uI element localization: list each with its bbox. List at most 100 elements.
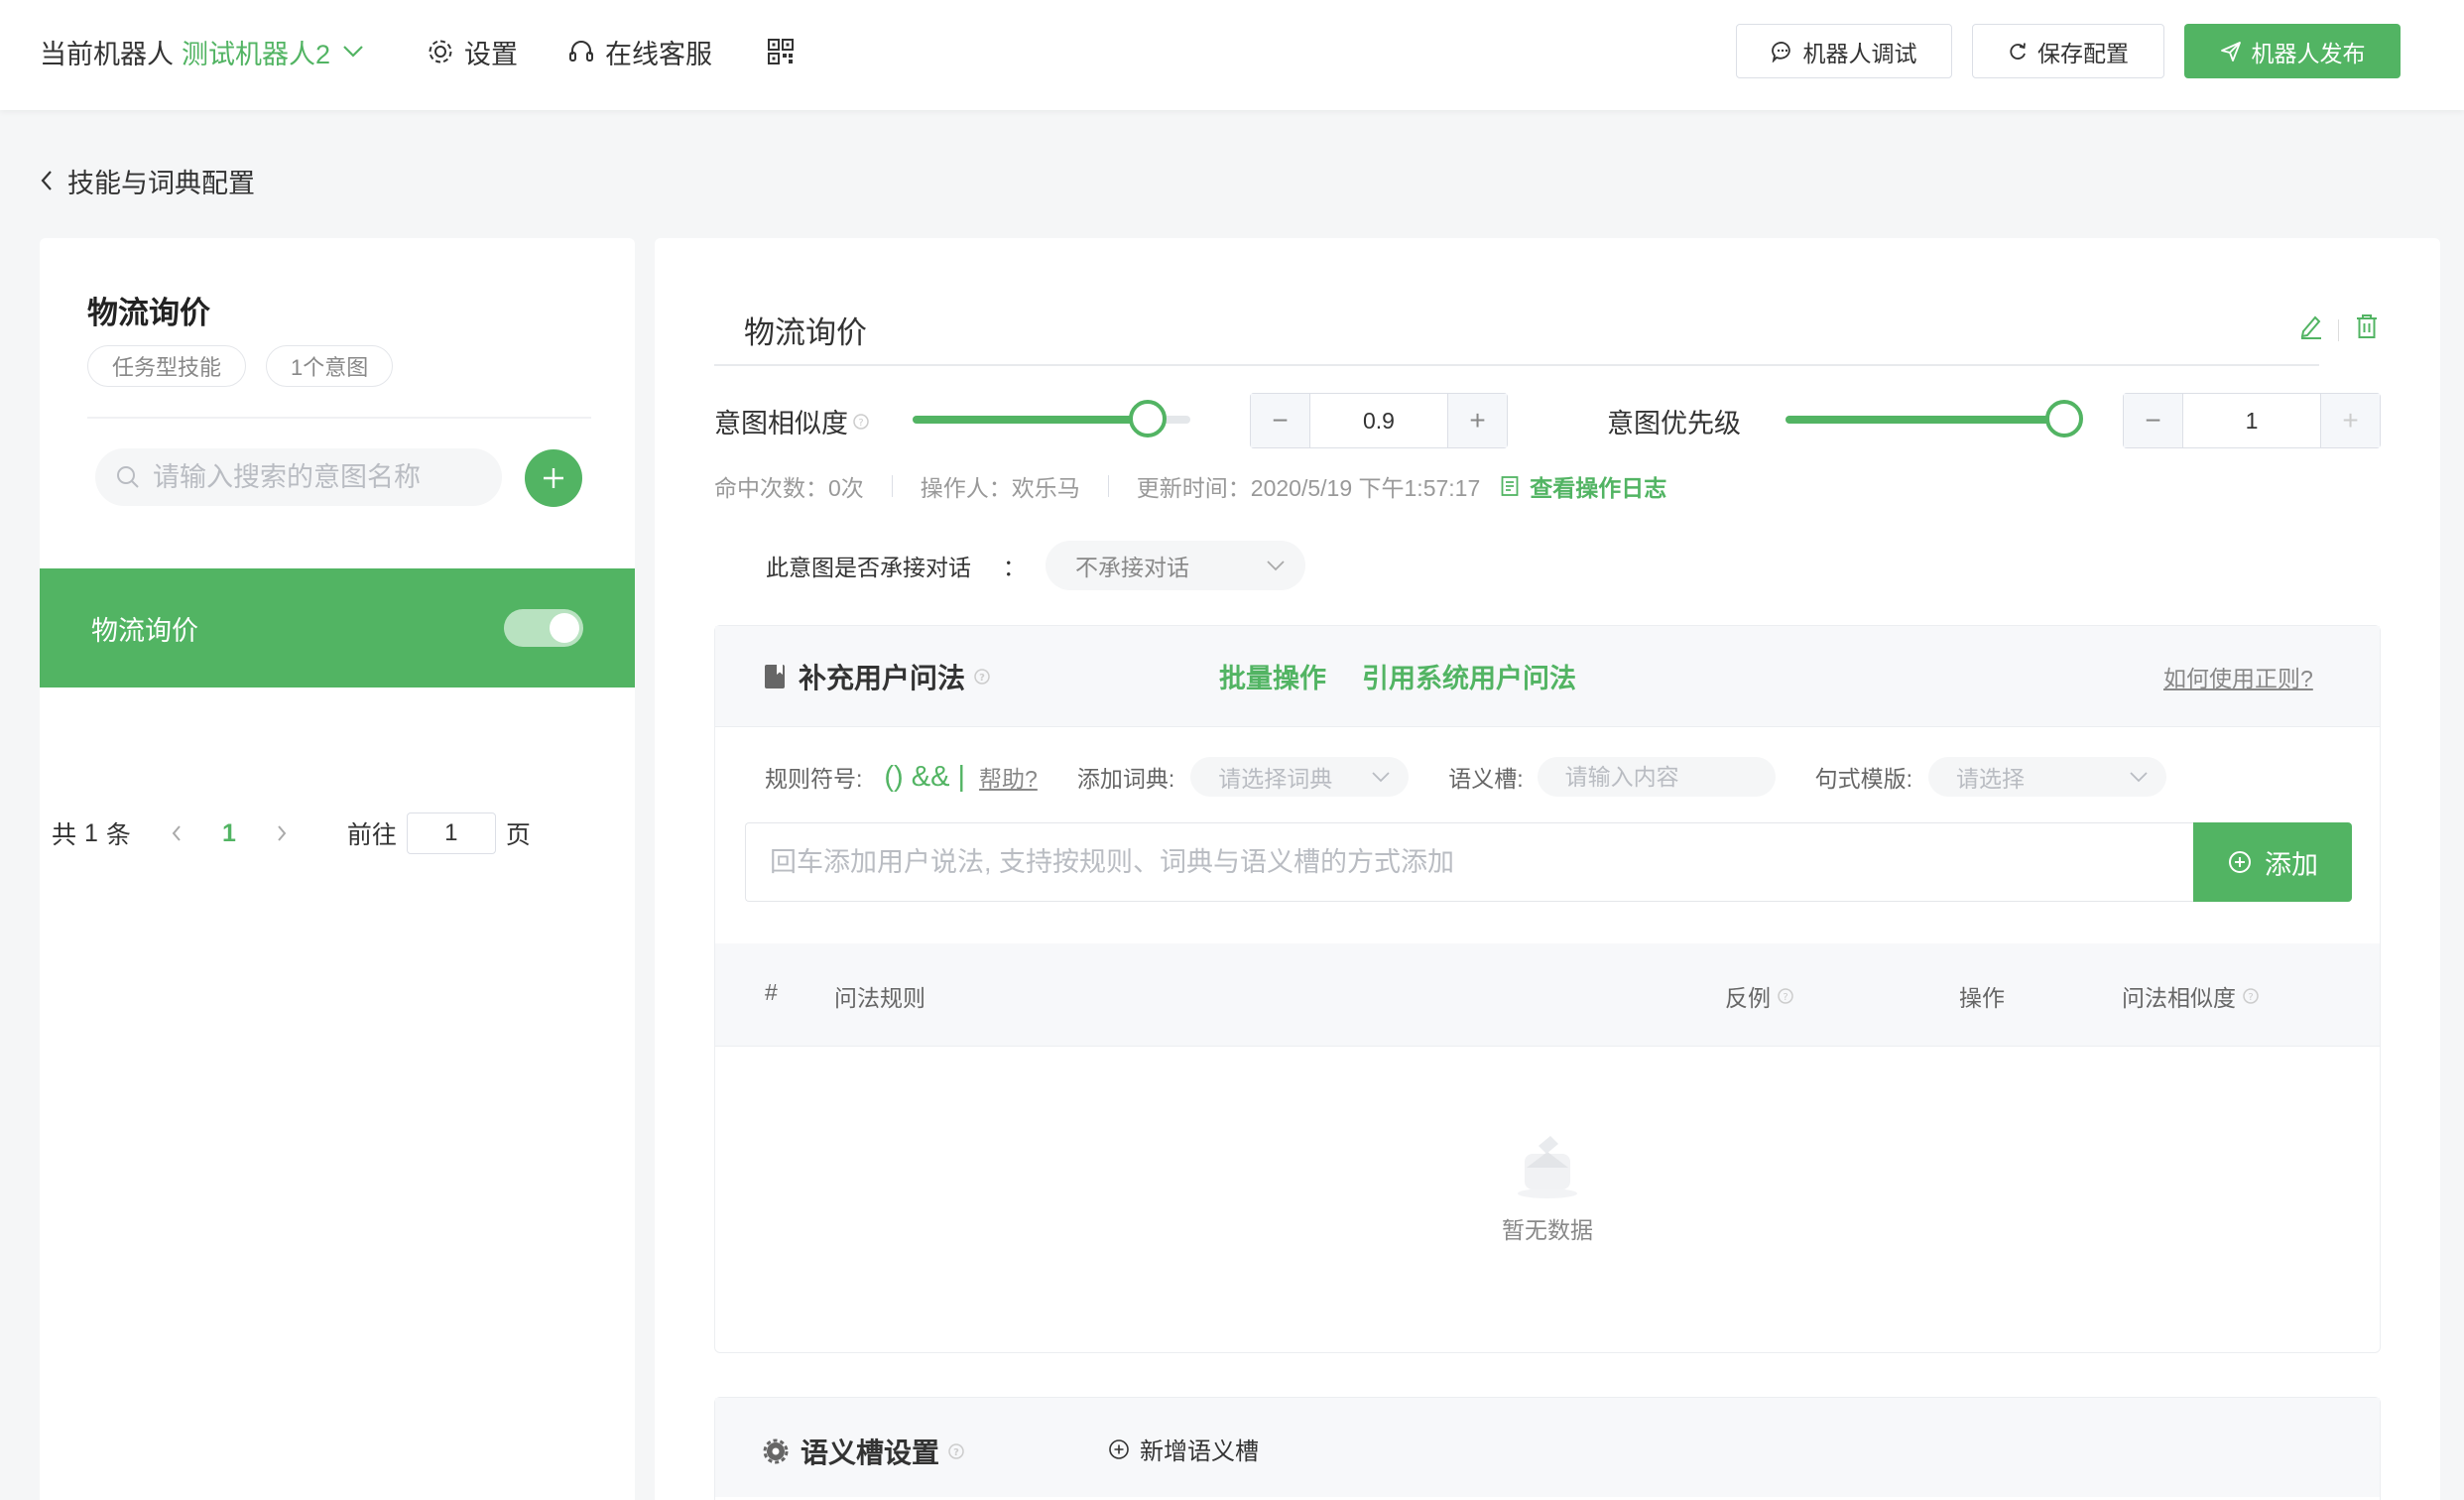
empty-text: 暂无数据 — [1502, 1217, 1593, 1243]
template-select[interactable]: 请选择 — [1928, 757, 2167, 797]
trash-icon[interactable] — [2354, 312, 2380, 340]
empty-box-icon — [1513, 1122, 1582, 1201]
template-label: 句式模版: — [1814, 766, 1913, 792]
goto-page-input[interactable] — [406, 812, 496, 854]
add-intent-button[interactable] — [525, 449, 582, 507]
user-question-input[interactable] — [745, 822, 2193, 902]
slot-settings-header: 语义槽设置 ? 新增语义槽 — [715, 1398, 2380, 1497]
reference-system-questions-link[interactable]: 引用系统用户问法 — [1362, 657, 1576, 695]
empty-state: 暂无数据 — [715, 1122, 2380, 1245]
similarity-decrement-button[interactable]: − — [1251, 394, 1310, 447]
intent-detail-panel: 物流询价 意图相似度 ? − 0.9 + 意图优先级 − 1 + 命中次数：0次… — [655, 238, 2440, 1500]
supplement-card: 补充用户问法 ? 批量操作 引用系统用户问法 如何使用正则? 规则符号: () … — [714, 625, 2381, 1353]
similarity-slider[interactable] — [913, 399, 1190, 438]
page-number-1[interactable]: 1 — [222, 819, 236, 848]
similarity-increment-button[interactable]: + — [1447, 394, 1507, 447]
priority-slider[interactable] — [1786, 399, 2083, 438]
robot-publish-label: 机器人发布 — [2251, 40, 2366, 66]
chevron-down-icon — [2129, 771, 2149, 783]
qrcode-button[interactable] — [766, 30, 805, 73]
question-table-header: # 问法规则 反例 ? 操作 问法相似度 ? — [715, 943, 2380, 1047]
slot-settings-title-text: 语义槽设置 — [801, 1438, 940, 1468]
similarity-label-text: 意图相似度 — [714, 409, 848, 438]
qrcode-icon — [766, 37, 805, 66]
dict-select-placeholder: 请选择词典 — [1218, 766, 1333, 792]
priority-increment-button[interactable]: + — [2320, 394, 2380, 447]
dict-select[interactable]: 请选择词典 — [1190, 757, 1410, 797]
updated-time: 更新时间：2020/5/19 下午1:57:17 — [1136, 475, 1481, 501]
send-icon — [2220, 41, 2252, 62]
view-log-link[interactable]: 查看操作日志 — [1500, 469, 1666, 503]
column-similarity: 问法相似度 ? — [2122, 979, 2260, 1013]
search-icon — [115, 464, 141, 490]
svg-text:?: ? — [953, 1447, 959, 1458]
nav-settings[interactable]: 设置 — [427, 30, 518, 73]
priority-stepper[interactable]: − 1 + — [2123, 393, 2381, 448]
pagination-total: 1 — [84, 818, 98, 847]
slider-handle[interactable] — [1129, 400, 1167, 438]
save-config-button[interactable]: 保存配置 — [1972, 24, 2164, 78]
nav-settings-label: 设置 — [464, 39, 518, 69]
robot-publish-button[interactable]: 机器人发布 — [2184, 24, 2401, 78]
svg-text:?: ? — [979, 673, 985, 684]
title-underline — [714, 364, 2319, 366]
rule-help-link[interactable]: 帮助? — [979, 760, 1038, 794]
intent-meta: 命中次数：0次 操作人：欢乐马 更新时间：2020/5/19 下午1:57:17… — [714, 466, 1666, 506]
back-link[interactable]: 技能与词典配置 — [40, 159, 255, 202]
batch-operation-link[interactable]: 批量操作 — [1219, 657, 1326, 695]
accept-dialog-value: 不承接对话 — [1075, 555, 1189, 580]
intent-title[interactable]: 物流询价 — [744, 308, 867, 352]
supplement-title: 补充用户问法 ? — [763, 657, 1003, 696]
intent-search-input[interactable] — [153, 461, 490, 493]
help-circle-icon: ? — [2242, 987, 2260, 1005]
intent-enable-toggle[interactable] — [504, 609, 583, 647]
headset-icon — [567, 38, 605, 65]
rule-symbols[interactable]: () && | — [884, 761, 965, 794]
next-page-button[interactable] — [276, 823, 288, 843]
nav-support[interactable]: 在线客服 — [567, 30, 712, 73]
slider-fill — [1786, 416, 2064, 424]
regex-help-link[interactable]: 如何使用正则? — [2163, 660, 2313, 693]
slot-settings-card: 语义槽设置 ? 新增语义槽 — [714, 1397, 2381, 1500]
supplement-card-header: 补充用户问法 ? 批量操作 引用系统用户问法 如何使用正则? — [715, 626, 2380, 727]
robot-debug-button[interactable]: 机器人调试 — [1736, 24, 1952, 78]
add-question-button[interactable]: 添加 — [2193, 822, 2352, 902]
document-icon — [1500, 475, 1530, 497]
robot-selector-name: 测试机器人2 — [182, 39, 331, 69]
pagination-total-suffix: 条 — [105, 821, 131, 849]
similarity-value[interactable]: 0.9 — [1310, 394, 1447, 447]
accept-dialog-label: 此意图是否承接对话 — [766, 555, 971, 580]
plus-circle-icon — [2227, 849, 2265, 875]
column-negative: 反例 ? — [1725, 979, 1794, 1013]
add-slot-label: 新增语义槽 — [1140, 1438, 1259, 1465]
slider-handle[interactable] — [2045, 400, 2083, 438]
priority-value[interactable]: 1 — [2183, 394, 2320, 447]
edit-icon[interactable] — [2298, 312, 2324, 340]
column-rule: 问法规则 — [834, 985, 925, 1011]
plus-circle-icon — [1108, 1438, 1140, 1460]
intent-list-item[interactable]: 物流询价 — [40, 568, 635, 688]
accept-dialog-select[interactable]: 不承接对话 — [1046, 541, 1305, 590]
similarity-stepper[interactable]: − 0.9 + — [1250, 393, 1508, 448]
similarity-label: 意图相似度 ? — [714, 402, 870, 440]
priority-decrement-button[interactable]: − — [2124, 394, 2183, 447]
operator: 操作人：欢乐马 — [920, 475, 1080, 501]
accept-dialog-colon: ： — [1003, 555, 1026, 580]
chevron-down-icon — [342, 45, 364, 59]
help-circle-icon: ? — [1777, 987, 1794, 1005]
chat-bubble-icon — [1771, 41, 1803, 62]
prev-page-button[interactable] — [171, 823, 183, 843]
slot-settings-title: 语义槽设置 ? — [763, 1432, 977, 1471]
robot-selector[interactable]: 当前机器人 测试机器人2 — [40, 30, 364, 73]
skill-title: 物流询价 — [87, 296, 210, 330]
help-circle-icon: ? — [852, 413, 870, 431]
plus-icon — [541, 465, 566, 491]
intent-search-box — [95, 448, 502, 506]
add-slot-button[interactable]: 新增语义槽 — [1108, 1432, 1259, 1466]
gear-icon — [427, 38, 464, 65]
page-suffix: 页 — [505, 821, 531, 849]
robot-debug-label: 机器人调试 — [1802, 40, 1917, 66]
slot-input[interactable] — [1537, 757, 1776, 797]
pagination: 共 1 条 1 前往 页 — [52, 812, 531, 855]
column-action: 操作 — [1959, 985, 2005, 1011]
